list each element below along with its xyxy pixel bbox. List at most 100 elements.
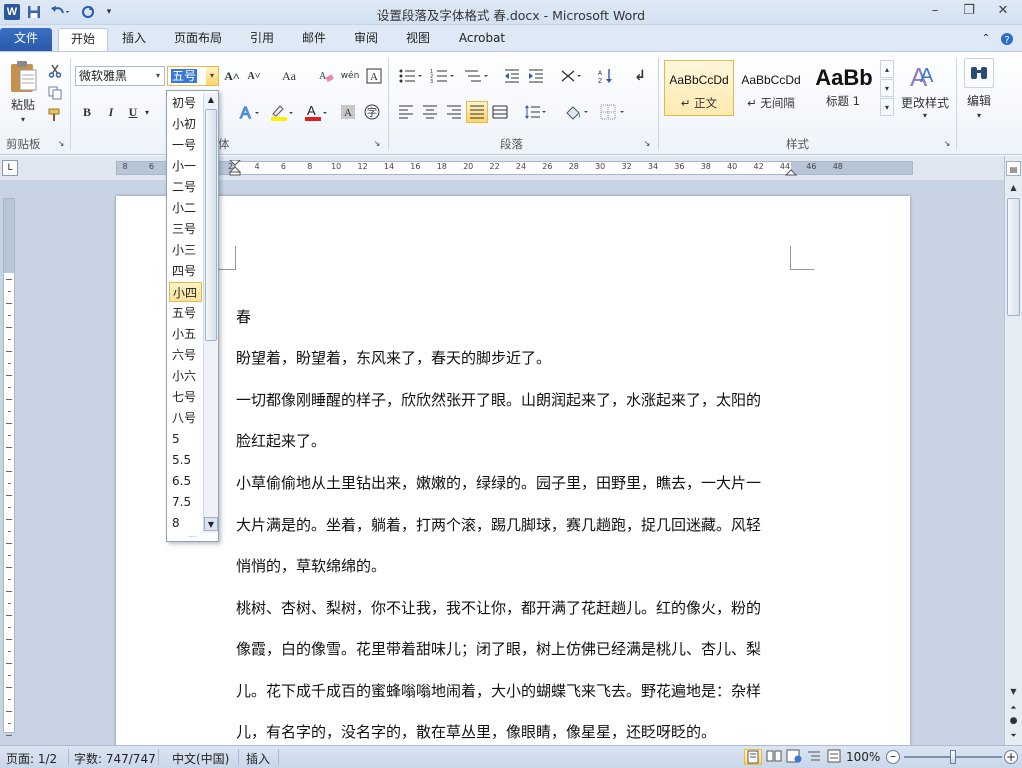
highlight-icon[interactable] [268, 102, 296, 122]
document-workspace[interactable]: 春 盼望着，盼望着，东风来了，春天的脚步近了。 一切都像刚睡醒的样子，欣欣然张开… [0, 180, 1004, 745]
doc-line[interactable]: 盼望着，盼望着，东风来了，春天的脚步近了。 [236, 347, 551, 368]
tab-insert[interactable]: 插入 [112, 28, 156, 51]
vertical-scrollbar[interactable]: ▤ ▲ ▼ ⏶ ● ⏷ [1004, 156, 1022, 745]
word-count[interactable]: 字数: 747/747 [74, 750, 156, 767]
font-size-option[interactable]: 小二 [169, 198, 202, 218]
scroll-down-icon[interactable]: ▼ [204, 517, 218, 531]
zoom-out-icon[interactable]: – [886, 750, 900, 764]
font-color-icon[interactable]: A [302, 102, 330, 122]
character-border-icon[interactable]: A [364, 66, 384, 86]
decrease-indent-icon[interactable] [502, 66, 522, 86]
font-size-option[interactable]: 二号 [169, 177, 202, 197]
chevron-down-icon[interactable]: ▾ [142, 102, 152, 122]
multilevel-list-icon[interactable] [462, 66, 492, 86]
print-layout-icon[interactable] [744, 749, 762, 765]
web-layout-icon[interactable] [786, 749, 804, 765]
change-styles-icon[interactable]: AA [906, 58, 942, 92]
font-size-option[interactable]: 小五 [169, 324, 202, 344]
chevron-down-icon[interactable]: ▾ [152, 67, 164, 85]
full-screen-reading-icon[interactable] [766, 749, 784, 765]
distributed-icon[interactable] [490, 102, 510, 122]
style-heading-1[interactable]: AaBb 标题 1 [808, 60, 878, 116]
font-name-combo[interactable]: 微软雅黑 ▾ [75, 66, 165, 86]
scroll-down-icon[interactable]: ▼ [1006, 684, 1021, 699]
tab-references[interactable]: 引用 [240, 28, 284, 51]
vertical-ruler[interactable] [3, 198, 15, 736]
font-size-option[interactable]: 初号 [169, 93, 202, 113]
enclose-characters-icon[interactable]: 字 [362, 102, 382, 122]
chevron-down-icon[interactable]: ▾ [974, 110, 984, 120]
styles-more-icon[interactable]: ▾ [880, 98, 894, 116]
scroll-up-icon[interactable]: ▲ [1006, 180, 1021, 195]
tab-mailings[interactable]: 邮件 [292, 28, 336, 51]
minimize-ribbon-icon[interactable]: ⌃ [978, 28, 994, 51]
copy-icon[interactable] [46, 84, 64, 102]
doc-line[interactable]: 脸红起来了。 [236, 430, 326, 451]
doc-line[interactable]: 儿。花下成千成百的蜜蜂嗡嗡地闹着，大小的蝴蝶飞来飞去。野花遍地是：杂样 [236, 680, 761, 701]
shrink-font-button[interactable]: A˅ [244, 66, 264, 86]
font-size-option[interactable]: 5 [169, 429, 202, 449]
doc-line[interactable]: 儿，有名字的，没名字的，散在草丛里，像眼睛，像星星，还眨呀眨的。 [236, 721, 716, 742]
line-spacing-icon[interactable] [522, 102, 550, 122]
font-size-option[interactable]: 7.5 [169, 492, 202, 512]
close-button[interactable]: ✕ [990, 2, 1016, 20]
chinese-layout-icon[interactable] [558, 66, 586, 86]
binoculars-icon[interactable] [964, 58, 994, 88]
zoom-level[interactable]: 100% [846, 750, 880, 764]
font-size-option[interactable]: 八号 [169, 408, 202, 428]
indent-marker-icon[interactable] [228, 159, 242, 176]
tab-home[interactable]: 开始 [58, 28, 108, 51]
restore-button[interactable]: ❐ [956, 2, 982, 20]
horizontal-ruler[interactable]: 8642246810121416182022242628303234363840… [116, 159, 913, 177]
phonetic-guide-button[interactable]: wén [340, 66, 360, 86]
previous-page-icon[interactable]: ⏶ [1006, 700, 1021, 715]
clear-format-icon[interactable]: A [316, 66, 336, 86]
style-no-spacing[interactable]: AaBbCcDd ↵ 无间隔 [736, 60, 806, 116]
align-left-icon[interactable] [396, 102, 416, 122]
scroll-thumb[interactable] [205, 109, 217, 341]
font-size-option[interactable]: 七号 [169, 387, 202, 407]
increase-indent-icon[interactable] [526, 66, 546, 86]
align-center-icon[interactable] [420, 102, 440, 122]
doc-line[interactable]: 桃树、杏树、梨树，你不让我，我不让你，都开满了花赶趟儿。红的像火，粉的 [236, 597, 761, 618]
character-shading-icon[interactable]: A [338, 102, 358, 122]
doc-line[interactable]: 悄悄的，草软绵绵的。 [236, 555, 386, 576]
tab-selector-icon[interactable]: L [2, 160, 18, 176]
dropdown-scrollbar[interactable]: ▲ ▼ [203, 93, 218, 533]
paste-button[interactable]: 粘贴 [6, 96, 40, 112]
tab-page-layout[interactable]: 页面布局 [164, 28, 232, 51]
paste-dropdown-icon[interactable]: ▾ [18, 114, 28, 124]
scroll-up-icon[interactable]: ▲ [204, 93, 218, 107]
insert-mode-indicator[interactable]: 插入 [246, 750, 270, 767]
zoom-slider-thumb[interactable] [950, 750, 956, 764]
select-browse-object-icon[interactable]: ● [1006, 714, 1021, 729]
doc-line[interactable]: 一切都像刚睡醒的样子，欣欣然张开了眼。山朗润起来了，水涨起来了，太阳的 [236, 389, 761, 410]
font-size-option[interactable]: 小四 [169, 282, 202, 302]
help-icon[interactable]: ? [998, 28, 1016, 51]
document-page[interactable]: 春 盼望着，盼望着，东风来了，春天的脚步近了。 一切都像刚睡醒的样子，欣欣然张开… [116, 196, 910, 745]
next-page-icon[interactable]: ⏷ [1006, 728, 1021, 743]
font-size-option[interactable]: 5.5 [169, 450, 202, 470]
underline-button[interactable]: U [124, 102, 142, 122]
editing-button[interactable]: 编辑 [960, 92, 998, 108]
right-indent-marker-icon[interactable] [784, 165, 798, 177]
tab-view[interactable]: 视图 [396, 28, 440, 51]
font-size-combo[interactable]: 五号 ▾ [167, 66, 219, 86]
scroll-thumb[interactable] [1007, 198, 1020, 316]
font-size-option[interactable]: 小一 [169, 156, 202, 176]
font-size-dropdown[interactable]: 初号 小初 一号 小一 二号 小二 三号 小三 四号 小四 五号 小五 六号 小六 七号 八号 5 5.5 6.5 7… [166, 90, 219, 542]
bullets-icon[interactable] [396, 66, 426, 86]
styles-scroll-down-icon[interactable]: ▾ [880, 79, 894, 97]
doc-title[interactable]: 春 [236, 306, 251, 327]
draft-view-icon[interactable] [826, 749, 844, 765]
font-size-option[interactable]: 五号 [169, 303, 202, 323]
tab-file[interactable]: 文件 [0, 28, 52, 51]
tab-review[interactable]: 审阅 [344, 28, 388, 51]
font-size-option[interactable]: 一号 [169, 135, 202, 155]
tab-acrobat[interactable]: Acrobat [450, 28, 514, 51]
font-size-option[interactable]: 三号 [169, 219, 202, 239]
font-size-option[interactable]: 小三 [169, 240, 202, 260]
language-indicator[interactable]: 中文(中国) [172, 750, 229, 767]
sort-icon[interactable]: AZ [596, 66, 616, 86]
change-case-button[interactable]: Aa [276, 66, 302, 86]
